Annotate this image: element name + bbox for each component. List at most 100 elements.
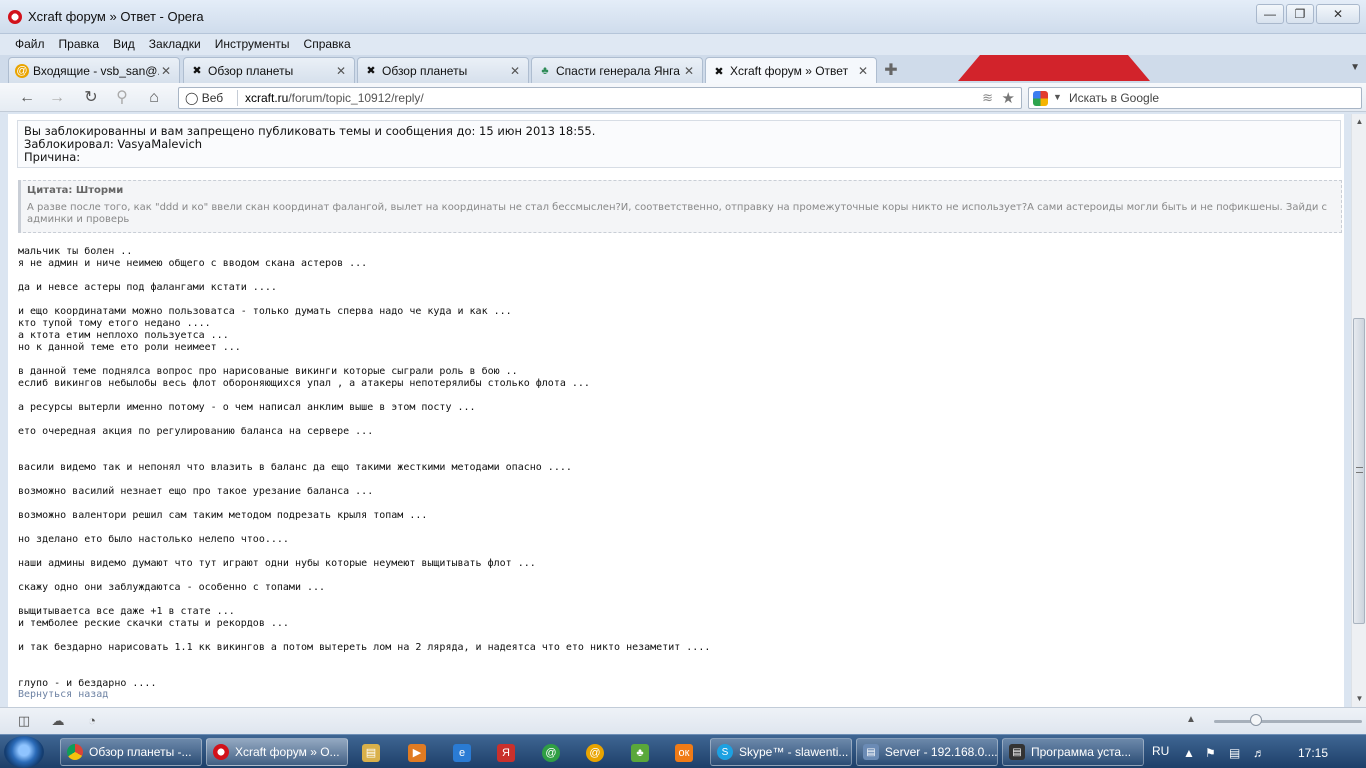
tab-planet-overview-2[interactable]: ✖ Обзор планеты ✕ (357, 57, 529, 83)
tab-game[interactable]: ♣ Спасти генерала Янга ... ✕ (531, 57, 703, 83)
taskbar-item-installer[interactable]: ▤ Программа уста... (1002, 738, 1144, 766)
message-line (18, 414, 1338, 426)
action-center-flag-icon[interactable]: ⚑ (1205, 746, 1216, 760)
menu-file[interactable]: Файл (8, 34, 52, 55)
window-controls: — ❐ ✕ (1256, 4, 1360, 24)
message-line: возможно валентори решил сам таким метод… (18, 510, 428, 521)
media-player-icon[interactable]: ▶ (408, 744, 426, 762)
taskbar-item-chrome[interactable]: Обзор планеты -... (60, 738, 202, 766)
menu-help[interactable]: Справка (297, 34, 358, 55)
menu-bookmarks[interactable]: Закладки (142, 34, 208, 55)
message-line (18, 390, 1338, 402)
taskbar-item-opera[interactable]: Xcraft форум » О... (206, 738, 348, 766)
windows-taskbar: Обзор планеты -... Xcraft форум » О... ▤… (0, 734, 1366, 768)
web-security-badge[interactable]: ◯ Веб (185, 91, 223, 105)
minimize-button[interactable]: — (1256, 4, 1284, 24)
zoom-menu-icon[interactable]: ▲ (1186, 714, 1196, 725)
message-line: скажу одно они заблуждаютса - особенно с… (18, 582, 326, 593)
xcraft-icon: ✖ (714, 65, 724, 78)
menu-bar: Файл Правка Вид Закладки Инструменты Спр… (0, 34, 1366, 55)
message-body: мальчик ты болен .. я не админ и ниче неи… (18, 246, 1338, 690)
scrollbar-thumb[interactable] (1353, 318, 1365, 624)
menu-view[interactable]: Вид (106, 34, 142, 55)
yandex-icon[interactable]: Я (497, 744, 515, 762)
search-engine-dropdown-icon[interactable]: ▼ (1053, 92, 1062, 102)
tab-close-icon[interactable]: ✕ (159, 64, 173, 78)
search-placeholder: Искать в Google (1069, 91, 1160, 105)
rss-icon[interactable]: ≋ (982, 90, 993, 106)
tab-xcraft-forum[interactable]: ✖ Xcraft форум » Ответ ✕ (705, 57, 877, 84)
opera-turbo-icon[interactable]: ◔ (84, 713, 100, 729)
menu-edit[interactable]: Правка (52, 34, 107, 55)
message-line: мальчик ты болен .. (18, 246, 133, 257)
ban-reason-text: Причина: (24, 150, 81, 164)
tab-close-icon[interactable]: ✕ (856, 64, 870, 78)
message-line (18, 630, 1338, 642)
tab-list-chevron-icon[interactable]: ▼ (1350, 62, 1360, 73)
bookmark-star-icon[interactable]: ★ (1002, 89, 1015, 107)
new-tab-button[interactable]: ✚ (880, 60, 902, 80)
key-icon[interactable]: ⚲ (111, 88, 133, 108)
message-line (18, 666, 1338, 678)
tab-label: Xcraft форум » Ответ (730, 64, 849, 78)
icq-icon[interactable]: @ (542, 744, 560, 762)
back-link[interactable]: Вернуться назад (18, 689, 108, 700)
message-line: я не админ и ниче неимею общего с вводом… (18, 258, 368, 269)
close-window-button[interactable]: ✕ (1316, 4, 1360, 24)
taskbar-item-label: Skype™ - slawenti... (739, 745, 849, 759)
google-icon[interactable] (1033, 91, 1048, 106)
taskbar-item-label: Обзор планеты -... (89, 745, 192, 759)
panel-toggle-icon[interactable]: ◫ (16, 713, 32, 729)
menu-tools[interactable]: Инструменты (208, 34, 297, 55)
message-line: возможно василий незнает ещо про такое у… (18, 486, 374, 497)
network-icon[interactable]: ▤ (1229, 746, 1240, 760)
tab-planet-overview-1[interactable]: ✖ Обзор планеты ✕ (183, 57, 355, 83)
taskbar-item-server[interactable]: ▤ Server - 192.168.0.... (856, 738, 998, 766)
back-button[interactable]: ← (16, 88, 38, 108)
message-line (18, 270, 1338, 282)
explorer-icon[interactable]: ▤ (362, 744, 380, 762)
message-line: но к данной теме ето роли неимеет ... (18, 342, 241, 353)
mail-agent-icon[interactable]: @ (586, 744, 604, 762)
tab-mail[interactable]: @ Входящие - vsb_san@... ✕ (8, 57, 180, 83)
taskbar-clock[interactable]: 17:15 (1298, 746, 1328, 760)
opera-unite-icon[interactable]: ☁ (50, 713, 66, 729)
language-indicator[interactable]: RU (1152, 744, 1169, 758)
mail-icon: @ (15, 63, 29, 78)
maximize-button[interactable]: ❐ (1286, 4, 1314, 24)
search-box[interactable]: ▼ Искать в Google (1028, 87, 1362, 109)
tab-close-icon[interactable]: ✕ (682, 64, 696, 78)
address-bar[interactable]: ◯ Веб xcraft.ru/forum/topic_10912/reply/… (178, 87, 1022, 109)
message-line: еслиб викингов небылобы весь флот оборон… (18, 378, 590, 389)
scroll-up-icon[interactable]: ▲ (1352, 114, 1366, 130)
reload-button[interactable]: ↻ (80, 88, 102, 108)
message-line: васили видемо так и непонял что влазить … (18, 462, 572, 473)
tab-close-icon[interactable]: ✕ (508, 64, 522, 78)
url-text[interactable]: xcraft.ru/forum/topic_10912/reply/ (245, 91, 424, 105)
forward-button[interactable]: → (46, 88, 68, 108)
message-line (18, 594, 1338, 606)
odnoklassniki-icon[interactable]: ок (675, 744, 693, 762)
game-launcher-icon[interactable]: ♣ (631, 744, 649, 762)
message-line (18, 498, 1338, 510)
taskbar-item-skype[interactable]: S Skype™ - slawenti... (710, 738, 852, 766)
zoom-slider[interactable] (1214, 720, 1362, 723)
quote-block: Цитата: Шторми А разве после того, как "… (18, 180, 1342, 233)
volume-icon[interactable]: ♬ (1253, 746, 1265, 760)
show-hidden-icons-icon[interactable]: ▲ (1183, 746, 1195, 760)
installer-icon: ▤ (1009, 744, 1025, 760)
scroll-down-icon[interactable]: ▼ (1352, 691, 1366, 707)
vertical-scrollbar[interactable]: ▲ ▼ (1351, 114, 1366, 707)
home-button[interactable]: ⌂ (143, 88, 165, 108)
server-icon: ▤ (863, 744, 879, 760)
chrome-icon (67, 744, 83, 760)
internet-explorer-icon[interactable]: e (453, 744, 471, 762)
message-line: ето очередная акция по регулированию бал… (18, 426, 374, 437)
game-icon: ♣ (541, 64, 549, 77)
start-button[interactable] (4, 736, 44, 768)
web-label: Веб (201, 91, 224, 105)
zoom-slider-knob[interactable] (1250, 714, 1262, 726)
tab-close-icon[interactable]: ✕ (334, 64, 348, 78)
message-line (18, 294, 1338, 306)
message-line: да и невсе астеры под фалангами кстати .… (18, 282, 277, 293)
